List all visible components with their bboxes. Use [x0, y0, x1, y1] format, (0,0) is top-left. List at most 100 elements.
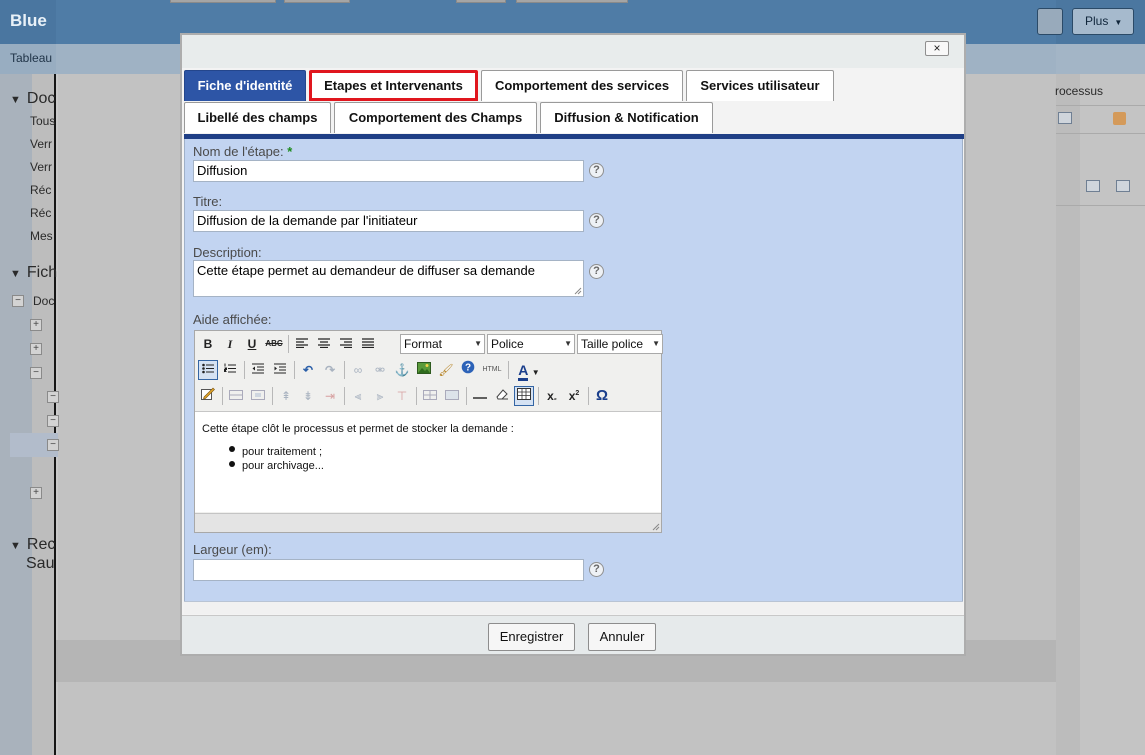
superscript-icon[interactable]: x2	[564, 386, 584, 406]
collapse-icon: −	[12, 295, 24, 307]
redo-icon[interactable]: ↷	[320, 360, 340, 380]
help-icon[interactable]: ?	[589, 213, 604, 228]
insert-col-before-icon[interactable]: ⫷	[348, 386, 368, 406]
expand-icon: +	[30, 343, 42, 355]
description-textarea[interactable]: Cette étape permet au demandeur de diffu…	[193, 260, 584, 297]
close-button[interactable]: ×	[925, 41, 949, 56]
image-icon[interactable]	[414, 360, 434, 380]
tab-steps-participants[interactable]: Etapes et Intervenants	[309, 70, 478, 101]
italic-icon[interactable]: I	[220, 334, 240, 354]
delete-row-icon[interactable]: ⇥	[320, 386, 340, 406]
cancel-button[interactable]: Annuler	[588, 623, 656, 651]
horizontal-rule-icon[interactable]	[470, 386, 490, 406]
save-button[interactable]: Enregistrer	[488, 623, 575, 651]
undo-icon[interactable]: ↶	[298, 360, 318, 380]
bg-section-title: Sau	[26, 555, 55, 572]
editor-toolbar-row: B I U ABC Format ▼ Police ▼ Taille police ▼	[198, 333, 663, 355]
insert-row-before-icon[interactable]: ⇞	[276, 386, 296, 406]
indent-icon[interactable]	[270, 360, 290, 380]
bg-top-button	[170, 0, 276, 3]
split-cells-icon[interactable]	[420, 386, 440, 406]
toolbar-separator	[466, 387, 467, 405]
numbered-list-icon[interactable]	[220, 360, 240, 380]
anchor-icon[interactable]: ⚓	[392, 360, 412, 380]
help-circle-icon[interactable]: ?	[458, 360, 478, 380]
bg-nav-item: Verr	[30, 137, 53, 151]
bold-icon[interactable]: B	[198, 334, 218, 354]
collapse-icon: −	[47, 391, 59, 403]
outdent-icon[interactable]	[248, 360, 268, 380]
help-icon[interactable]: ?	[589, 264, 604, 279]
edit-step-dialog: × Fiche d'identité Etapes et Intervenant…	[180, 33, 966, 656]
align-justify-icon[interactable]	[358, 334, 378, 354]
editor-toolbar-row: ↶ ↷ ∞ ⚮ ⚓ 🖌 ? HTML A ▼	[198, 359, 660, 381]
align-left-icon[interactable]	[292, 334, 312, 354]
bg-nav-item: Mes	[30, 229, 53, 243]
special-char-icon[interactable]: Ω	[592, 386, 612, 406]
help-icon[interactable]: ?	[589, 163, 604, 178]
editor-content[interactable]: Cette étape clôt le processus et permet …	[195, 411, 661, 512]
bg-nav-item: Réc	[30, 183, 52, 197]
cleanup-icon[interactable]: 🖌	[436, 360, 456, 380]
font-select[interactable]: Police ▼	[487, 334, 575, 354]
edit-icon[interactable]	[198, 386, 218, 406]
bullet-list-icon[interactable]	[198, 360, 218, 380]
bg-section-title: ▼ Fich	[10, 264, 58, 281]
width-input[interactable]	[193, 559, 584, 581]
required-mark: *	[287, 144, 293, 159]
format-select[interactable]: Format ▼	[400, 334, 485, 354]
step-name-input[interactable]: Diffusion	[193, 160, 584, 182]
detail-view-icon	[1116, 180, 1130, 192]
title-input[interactable]: Diffusion de la demande par l'initiateur	[193, 210, 584, 232]
tab-user-services[interactable]: Services utilisateur	[686, 70, 834, 101]
unlink-icon[interactable]: ⚮	[370, 360, 390, 380]
close-icon: ×	[933, 41, 941, 55]
toolbar-separator	[538, 387, 539, 405]
tab-field-labels[interactable]: Libellé des champs	[184, 102, 331, 133]
table-cell-props-icon[interactable]	[248, 386, 268, 406]
toolbar-separator	[244, 361, 245, 379]
bg-subbar-right	[1056, 44, 1145, 74]
bullet-icon	[229, 461, 235, 467]
toolbar-separator	[344, 387, 345, 405]
visual-aid-icon[interactable]	[514, 386, 534, 406]
tab-fields-behavior[interactable]: Comportement des Champs	[334, 102, 537, 133]
expand-icon: +	[30, 319, 42, 331]
bg-subtab: Tableau	[10, 51, 53, 65]
chevron-down-icon: ▼	[652, 339, 660, 348]
form-bottom-strip	[184, 601, 963, 614]
merge-cells-icon[interactable]	[442, 386, 462, 406]
expand-icon: +	[30, 487, 42, 499]
strikethrough-icon[interactable]: ABC	[264, 334, 284, 354]
bg-plus-button: Plus ▼	[1072, 8, 1134, 35]
toolbar-separator	[588, 387, 589, 405]
bg-divider	[1056, 205, 1145, 206]
insert-col-after-icon[interactable]: ⫸	[370, 386, 390, 406]
resize-grip-icon[interactable]	[651, 522, 660, 531]
font-size-select[interactable]: Taille police ▼	[577, 334, 663, 354]
editor-statusbar	[195, 513, 661, 532]
resize-grip-icon[interactable]	[573, 286, 582, 295]
underline-icon[interactable]: U	[242, 334, 262, 354]
identity-form: Nom de l'étape: * Diffusion ? Titre: Dif…	[184, 139, 963, 601]
table-row-props-icon[interactable]	[226, 386, 246, 406]
bg-plus-label: Plus	[1085, 14, 1109, 28]
delete-col-icon[interactable]: ⊤	[392, 386, 412, 406]
link-icon[interactable]: ∞	[348, 360, 368, 380]
tab-services-behavior[interactable]: Comportement des services	[481, 70, 683, 101]
tab-identity[interactable]: Fiche d'identité	[184, 70, 306, 101]
align-center-icon[interactable]	[314, 334, 334, 354]
bg-divider	[1056, 133, 1145, 134]
insert-row-after-icon[interactable]: ⇟	[298, 386, 318, 406]
bg-top-button	[456, 0, 506, 3]
html-source-icon[interactable]: HTML	[480, 360, 504, 380]
window-icon	[1058, 112, 1072, 124]
text-color-icon[interactable]: A ▼	[514, 360, 544, 381]
eraser-icon[interactable]	[492, 386, 512, 406]
tab-diffusion-notification[interactable]: Diffusion & Notification	[540, 102, 713, 133]
subscript-icon[interactable]: x₂	[542, 386, 562, 406]
bg-nav-item: Verr	[30, 160, 53, 174]
align-right-icon[interactable]	[336, 334, 356, 354]
help-icon[interactable]: ?	[589, 562, 604, 577]
toolbar-separator	[288, 335, 289, 353]
